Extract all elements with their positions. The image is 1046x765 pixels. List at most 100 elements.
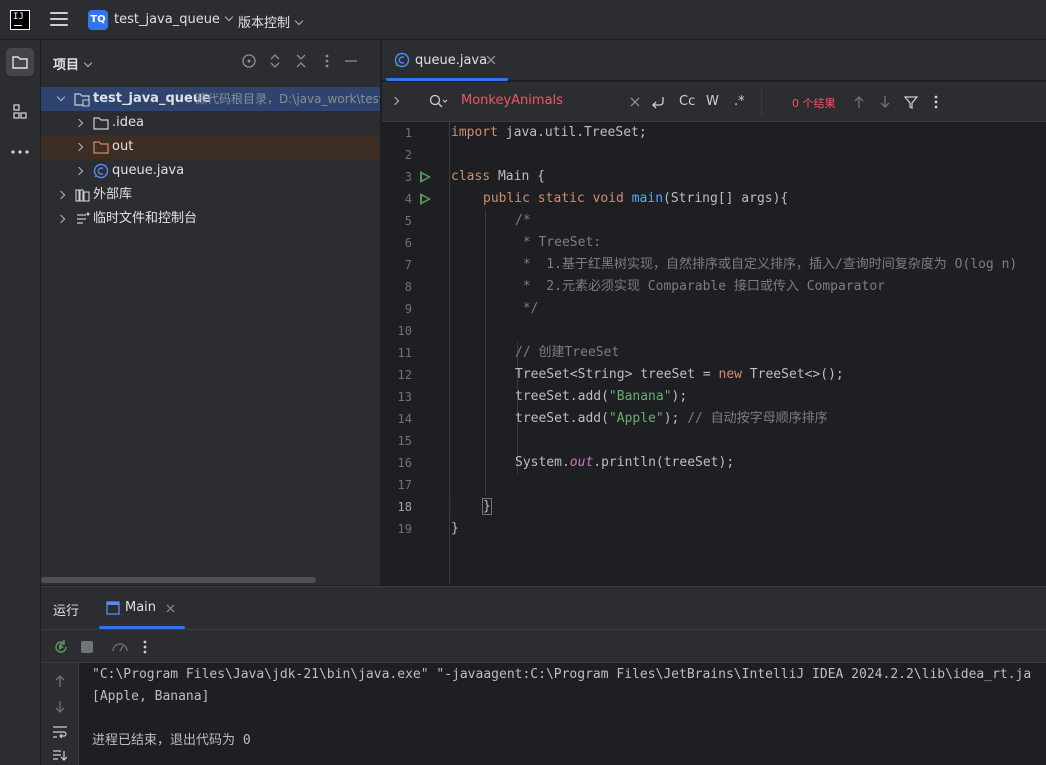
project-badge[interactable]: TQ bbox=[88, 10, 108, 30]
clear-search-icon[interactable] bbox=[630, 97, 640, 107]
close-icon[interactable] bbox=[486, 55, 496, 65]
tree-item-label: 临时文件和控制台 bbox=[93, 211, 198, 226]
run-panel-header: 运行 Main bbox=[41, 587, 1046, 629]
search-results-count: 0 个结果 bbox=[792, 97, 836, 110]
arrow-up-icon[interactable] bbox=[852, 94, 866, 110]
collapse-all-icon[interactable] bbox=[292, 52, 310, 70]
chevron-right-icon bbox=[56, 190, 66, 200]
code-editor[interactable]: import java.util.TreeSet; class Main { p… bbox=[451, 122, 1046, 585]
whole-words-toggle[interactable]: W bbox=[706, 94, 719, 109]
root-path-hint: 源代码根目录，D:\java_work\test_ bbox=[195, 92, 381, 106]
console-output-line: "C:\Program Files\Java\jdk-21\bin\java.e… bbox=[92, 667, 1032, 682]
root-name: test_java_queue bbox=[93, 91, 211, 106]
tree-item-out[interactable]: out bbox=[41, 135, 380, 159]
tree-item-external-libs[interactable]: 外部库 bbox=[41, 183, 380, 207]
code-line-16: System.out.println(treeSet); bbox=[515, 455, 735, 470]
matched-brace: } bbox=[482, 498, 492, 515]
line-number: 19 bbox=[397, 522, 412, 536]
project-name: test_java_queue bbox=[114, 12, 220, 27]
app-logo: IJ bbox=[10, 10, 30, 30]
more-tools-button[interactable] bbox=[6, 138, 34, 166]
run-main-icon[interactable] bbox=[420, 193, 431, 205]
arrow-down-icon[interactable] bbox=[53, 699, 67, 715]
main-menu-icon[interactable] bbox=[50, 12, 68, 28]
soft-wrap-icon[interactable] bbox=[52, 725, 68, 739]
line-number: 4 bbox=[404, 192, 412, 206]
run-toolbar bbox=[41, 629, 1046, 663]
code-line-14: treeSet.add("Apple"); // 自动按字母顺序排序 bbox=[515, 411, 828, 426]
options-icon[interactable] bbox=[930, 94, 942, 110]
match-case-toggle[interactable]: Cc bbox=[679, 94, 695, 109]
tree-item-queue-java[interactable]: queue.java bbox=[41, 159, 380, 183]
minimize-icon[interactable] bbox=[342, 52, 360, 70]
code-line-1: import java.util.TreeSet; bbox=[451, 125, 647, 140]
search-icon[interactable] bbox=[428, 93, 448, 111]
indent-guide bbox=[485, 210, 486, 496]
filter-icon[interactable] bbox=[903, 94, 919, 110]
chevron-right-icon bbox=[74, 166, 84, 176]
line-number: 11 bbox=[397, 346, 412, 360]
find-bar: MonkeyAnimals Cc W .* 0 个结果 bbox=[382, 82, 1046, 122]
regex-toggle[interactable]: .* bbox=[734, 94, 745, 109]
tree-item-idea[interactable]: .idea bbox=[41, 111, 380, 135]
search-input[interactable]: MonkeyAnimals bbox=[461, 93, 563, 108]
code-line-5: /* bbox=[515, 213, 531, 228]
line-number: 1 bbox=[404, 126, 412, 140]
new-line-icon[interactable] bbox=[650, 93, 668, 111]
run-side-toolbar bbox=[41, 663, 79, 765]
chevron-down-icon bbox=[56, 92, 66, 102]
rerun-icon[interactable] bbox=[52, 638, 70, 656]
project-switcher[interactable]: test_java_queue bbox=[114, 12, 234, 27]
run-tab-label: Main bbox=[125, 600, 157, 615]
arrow-up-icon[interactable] bbox=[53, 673, 67, 689]
project-panel-title[interactable]: 项目 bbox=[53, 54, 93, 73]
project-panel: 项目 test_java_queue 源代码根目录，D:\java_work\t… bbox=[41, 40, 381, 585]
code-line-7: * 1.基于红黑树实现，自然排序或自定义排序，插入/查询时间复杂度为 O(log… bbox=[515, 257, 1018, 272]
horizontal-scrollbar[interactable] bbox=[41, 577, 316, 583]
line-number: 17 bbox=[397, 478, 412, 492]
line-number: 9 bbox=[404, 302, 412, 316]
close-icon[interactable] bbox=[166, 604, 175, 613]
tab-queue-java[interactable]: queue.java bbox=[382, 40, 508, 81]
tree-item-label: 外部库 bbox=[93, 187, 133, 202]
active-tab-indicator bbox=[386, 78, 508, 81]
vcs-menu[interactable]: 版本控制 bbox=[238, 12, 304, 31]
editor-tab-bar: queue.java bbox=[382, 40, 1046, 81]
title-bar: IJ TQ test_java_queue 版本控制 bbox=[0, 0, 1046, 40]
options-icon[interactable] bbox=[139, 639, 151, 655]
code-line-13: treeSet.add("Banana"); bbox=[515, 389, 688, 404]
code-line-19: } bbox=[451, 521, 459, 536]
debug-connect-icon[interactable] bbox=[111, 639, 129, 655]
locate-icon[interactable] bbox=[240, 52, 258, 70]
divider bbox=[761, 88, 762, 116]
line-number: 10 bbox=[397, 324, 412, 338]
line-number: 12 bbox=[397, 368, 412, 382]
code-line-12: TreeSet<String> treeSet = new TreeSet<>(… bbox=[515, 367, 844, 382]
line-number: 6 bbox=[404, 236, 412, 250]
scroll-to-end-icon[interactable] bbox=[52, 749, 68, 763]
line-number: 8 bbox=[404, 280, 412, 294]
code-line-9: */ bbox=[515, 301, 539, 316]
structure-tool-button[interactable] bbox=[6, 98, 34, 126]
project-tool-button[interactable] bbox=[6, 48, 34, 76]
chevron-right-icon[interactable] bbox=[390, 96, 400, 106]
line-number: 3 bbox=[404, 170, 412, 184]
run-panel-title: 运行 bbox=[53, 604, 80, 619]
java-class-icon bbox=[93, 163, 109, 179]
tree-item-scratches[interactable]: 临时文件和控制台 bbox=[41, 207, 380, 231]
chevron-right-icon bbox=[74, 118, 84, 128]
chevron-down-icon bbox=[83, 58, 93, 68]
editor-gutter: 1 2 3 4 5 6 7 8 9 10 11 12 13 14 15 16 1… bbox=[382, 122, 450, 585]
options-icon[interactable] bbox=[318, 52, 336, 70]
arrow-down-icon[interactable] bbox=[878, 94, 892, 110]
expand-all-icon[interactable] bbox=[266, 52, 284, 70]
tree-root-project[interactable]: test_java_queue 源代码根目录，D:\java_work\test… bbox=[41, 87, 381, 111]
module-folder-icon bbox=[74, 93, 90, 107]
code-line-3: class Main { bbox=[451, 169, 545, 184]
chevron-down-icon bbox=[294, 16, 304, 26]
line-number: 14 bbox=[397, 412, 412, 426]
run-class-icon[interactable] bbox=[420, 171, 431, 183]
stop-icon[interactable] bbox=[80, 640, 94, 654]
tool-window-strip bbox=[0, 40, 41, 765]
run-tab-main[interactable]: Main bbox=[99, 587, 185, 629]
